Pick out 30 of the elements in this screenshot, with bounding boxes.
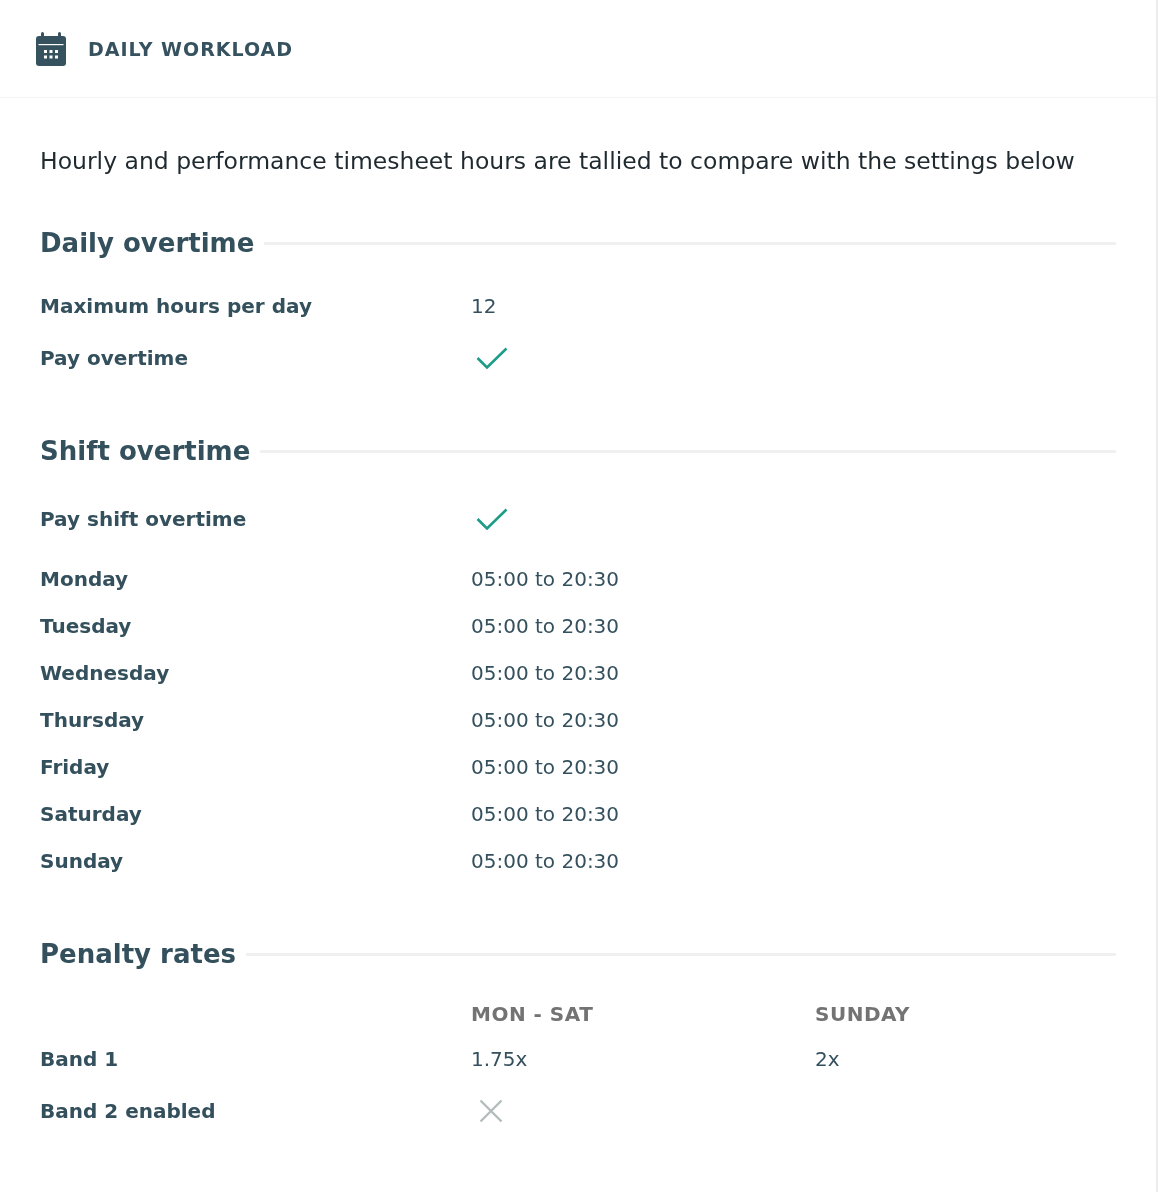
setting-label: Saturday xyxy=(40,801,142,826)
section-title: Shift overtime xyxy=(40,435,251,468)
setting-value: 12 xyxy=(471,293,497,318)
setting-label: Tuesday xyxy=(40,613,132,638)
setting-label: Monday xyxy=(40,566,129,591)
setting-label: Sunday xyxy=(40,848,124,873)
setting-value: 1.75x xyxy=(471,1046,528,1071)
setting-value: 05:00 to 20:30 xyxy=(471,848,620,873)
section-title: Penalty rates xyxy=(40,938,236,971)
column-header: SUNDAY xyxy=(815,1002,911,1026)
setting-label: Band 1 xyxy=(40,1046,119,1071)
setting-value: 05:00 to 20:30 xyxy=(471,566,620,591)
section-title: Daily overtime xyxy=(40,227,255,260)
setting-label: Pay shift overtime xyxy=(40,506,247,531)
setting-label: Thursday xyxy=(40,707,145,732)
setting-value: 05:00 to 20:30 xyxy=(471,660,620,685)
setting-label: Pay overtime xyxy=(40,345,189,370)
page-title: DAILY WORKLOAD xyxy=(88,37,294,60)
column-header: MON - SAT xyxy=(471,1002,594,1026)
setting-value: 05:00 to 20:30 xyxy=(471,613,620,638)
setting-value: 05:00 to 20:30 xyxy=(471,754,620,779)
setting-label: Friday xyxy=(40,754,110,779)
setting-label: Maximum hours per day xyxy=(40,293,312,318)
setting-label: Band 2 enabled xyxy=(40,1098,216,1123)
setting-label: Wednesday xyxy=(40,660,170,685)
setting-value: 2x xyxy=(815,1046,840,1071)
intro-text: Hourly and performance timesheet hours are tallied to compare with the settings below xyxy=(40,146,1075,176)
setting-value: 05:00 to 20:30 xyxy=(471,801,620,826)
calendar-icon xyxy=(36,31,66,66)
setting-value: 05:00 to 20:30 xyxy=(471,707,620,732)
